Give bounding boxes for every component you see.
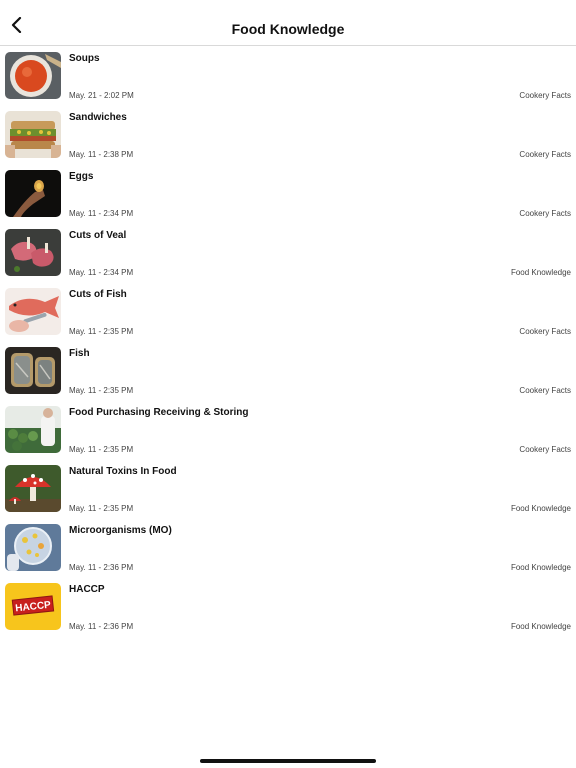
home-indicator[interactable] (200, 759, 376, 763)
mushroom-thumbnail (5, 465, 61, 512)
item-category: Cookery Facts (519, 209, 571, 218)
list-item-natural-toxins[interactable]: Natural Toxins In Food May. 11 - 2:35 PM… (0, 461, 576, 520)
item-title: Fish (69, 348, 90, 359)
list-item-eggs[interactable]: Eggs May. 11 - 2:34 PM Cookery Facts (0, 166, 576, 225)
item-title: Eggs (69, 171, 94, 182)
item-date: May. 11 - 2:35 PM (69, 504, 134, 513)
fish-cuts-thumbnail (5, 288, 61, 335)
page-title: Food Knowledge (231, 21, 345, 37)
list-item-cuts-of-fish[interactable]: Cuts of Fish May. 11 - 2:35 PM Cookery F… (0, 284, 576, 343)
veal-thumbnail (5, 229, 61, 276)
navigation-bar: Food Knowledge (0, 0, 576, 46)
item-title: Cuts of Fish (69, 289, 127, 300)
item-category: Food Knowledge (510, 268, 571, 277)
item-date: May. 11 - 2:34 PM (69, 209, 134, 218)
item-date: May. 11 - 2:35 PM (69, 327, 134, 336)
item-title: Soups (69, 53, 100, 64)
item-category: Cookery Facts (519, 91, 571, 100)
item-title: Sandwiches (69, 112, 127, 123)
item-title: Food Purchasing Receiving & Storing (69, 407, 249, 418)
item-category: Cookery Facts (519, 386, 571, 395)
egg-thumbnail (5, 170, 61, 217)
list-item-haccp[interactable]: HACCP HACCP May. 11 - 2:36 PM Food Knowl… (0, 579, 576, 638)
sandwich-thumbnail (5, 111, 61, 158)
list-item-cuts-of-veal[interactable]: Cuts of Veal May. 11 - 2:34 PM Food Know… (0, 225, 576, 284)
item-category: Food Knowledge (510, 563, 571, 572)
item-date: May. 11 - 2:36 PM (69, 622, 134, 631)
item-date: May. 11 - 2:35 PM (69, 445, 134, 454)
list-item-microorganisms[interactable]: Microorganisms (MO) May. 11 - 2:36 PM Fo… (0, 520, 576, 579)
item-category: Food Knowledge (510, 504, 571, 513)
item-category: Cookery Facts (519, 327, 571, 336)
item-date: May. 11 - 2:36 PM (69, 563, 134, 572)
fish-thumbnail (5, 347, 61, 394)
item-category: Cookery Facts (519, 150, 571, 159)
item-category: Cookery Facts (519, 445, 571, 454)
item-title: Microorganisms (MO) (69, 525, 172, 536)
item-date: May. 21 - 2:02 PM (69, 91, 134, 100)
soup-thumbnail (5, 52, 61, 99)
item-date: May. 11 - 2:38 PM (69, 150, 134, 159)
grocery-thumbnail (5, 406, 61, 453)
list-item-sandwiches[interactable]: Sandwiches May. 11 - 2:38 PM Cookery Fac… (0, 107, 576, 166)
petri-dish-thumbnail (5, 524, 61, 571)
item-category: Food Knowledge (510, 622, 571, 631)
list-item-food-purchasing[interactable]: Food Purchasing Receiving & Storing May.… (0, 402, 576, 461)
item-date: May. 11 - 2:34 PM (69, 268, 134, 277)
item-title: HACCP (69, 584, 105, 595)
item-title: Cuts of Veal (69, 230, 127, 241)
list-item-fish[interactable]: Fish May. 11 - 2:35 PM Cookery Facts (0, 343, 576, 402)
list-item-soups[interactable]: Soups May. 21 - 2:02 PM Cookery Facts (0, 48, 576, 107)
item-title: Natural Toxins In Food (69, 466, 177, 477)
article-list: Soups May. 21 - 2:02 PM Cookery Facts Sa… (0, 48, 576, 638)
haccp-logo-thumbnail: HACCP (5, 583, 61, 630)
item-date: May. 11 - 2:35 PM (69, 386, 134, 395)
